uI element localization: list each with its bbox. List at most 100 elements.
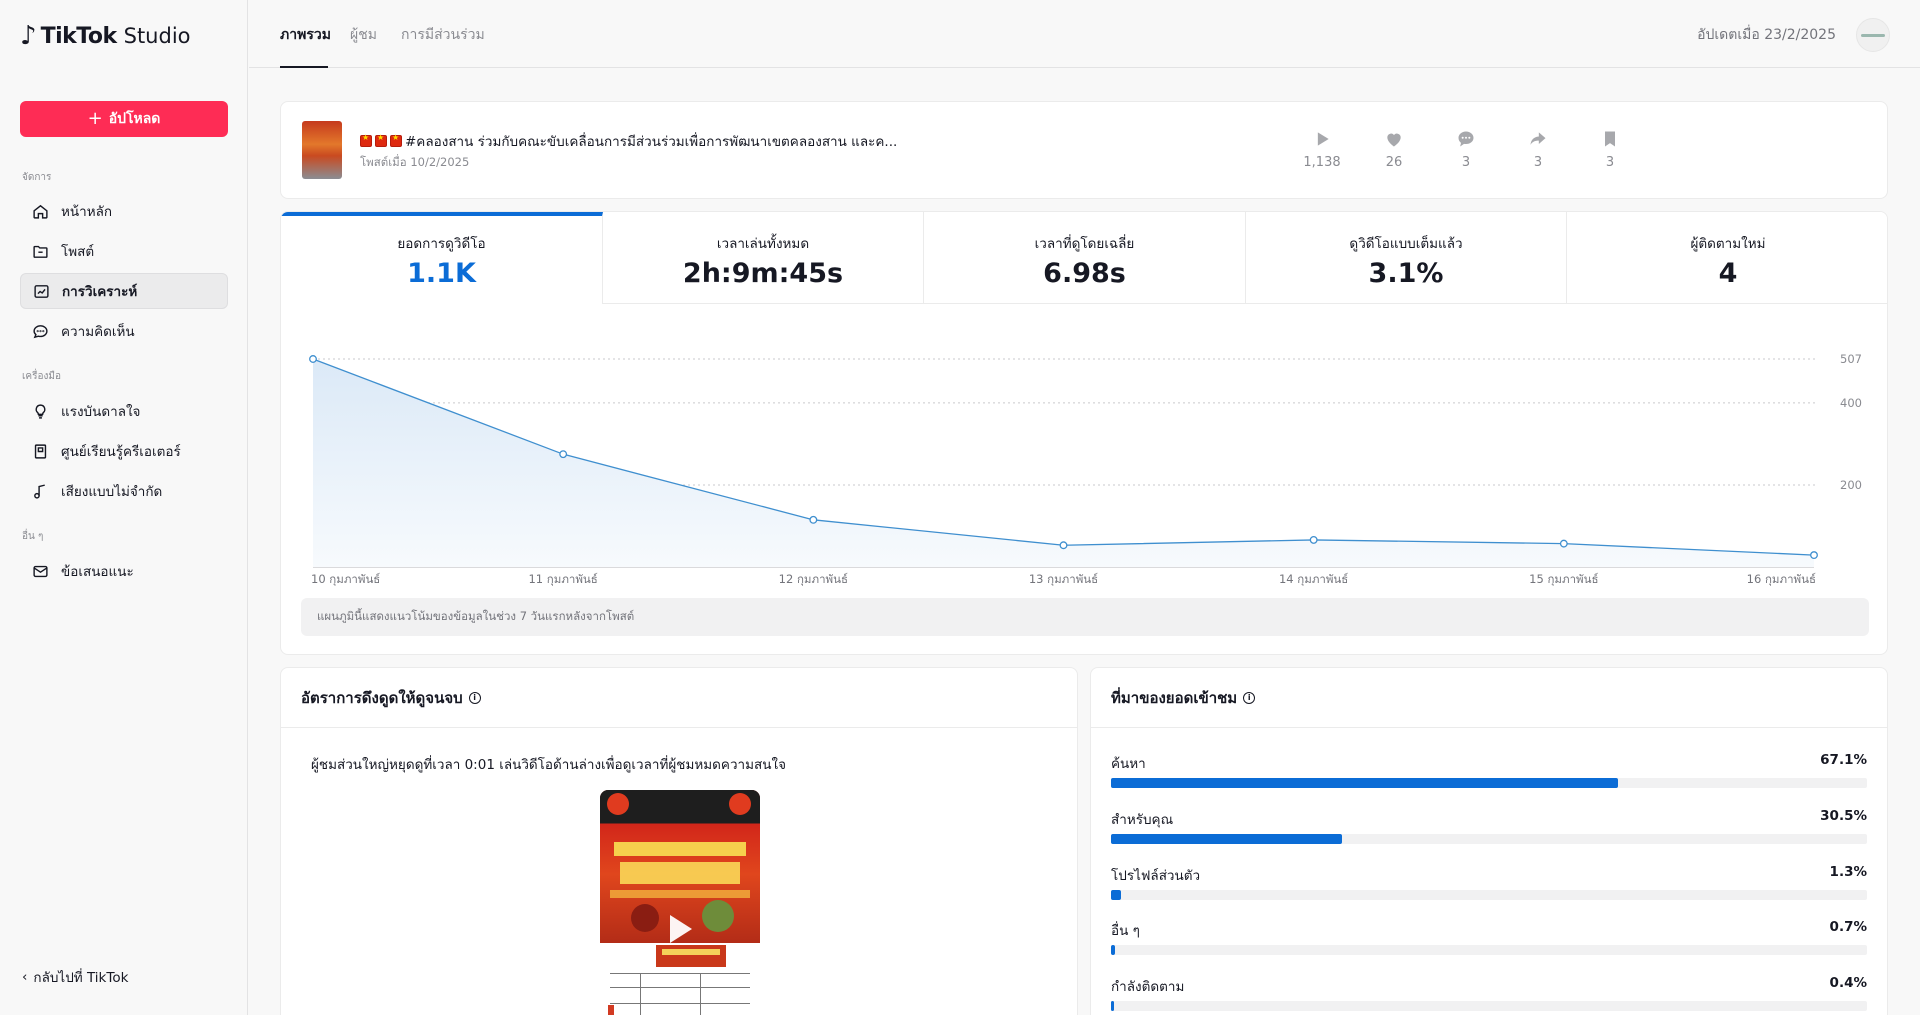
back-label: กลับไปที่ TikTok bbox=[33, 970, 129, 986]
sidebar-item-home[interactable]: หน้าหลัก bbox=[20, 193, 228, 229]
sidebar-item-label: ความคิดเห็น bbox=[61, 324, 135, 340]
stat-likes: 26 bbox=[1369, 129, 1419, 170]
avatar-image bbox=[1861, 33, 1885, 37]
sidebar-item-analytics[interactable]: การวิเคราะห์ bbox=[20, 273, 228, 309]
retention-description: ผู้ชมส่วนใหญ่หยุดดูที่เวลา 0:01 เล่นวิดี… bbox=[311, 757, 786, 773]
china-flag-icon bbox=[360, 133, 372, 147]
music-note-icon bbox=[34, 483, 45, 499]
post-thumbnail[interactable] bbox=[302, 121, 342, 179]
stat-shares: 3 bbox=[1513, 129, 1563, 170]
metric-video-views[interactable]: ยอดการดูวิดีโอ 1.1K bbox=[281, 212, 603, 304]
chart-x-tick-label: 13 กุมภาพันธ์ bbox=[1029, 572, 1098, 586]
metric-label: ผู้ติดตามใหม่ bbox=[1690, 236, 1766, 252]
retention-card: อัตราการดึงดูดให้ดูจนจบ i ผู้ชมส่วนใหญ่ห… bbox=[280, 667, 1078, 1015]
sidebar-item-comments[interactable]: ความคิดเห็น bbox=[20, 313, 228, 349]
tiktok-logo-icon: ♪ bbox=[20, 21, 37, 51]
play-icon bbox=[670, 915, 692, 943]
plus-icon: + bbox=[87, 108, 103, 129]
post-title: #คลองสาน ร่วมกับคณะขับเคลื่อนการมีส่วนร่… bbox=[360, 130, 897, 152]
metrics-card: ยอดการดูวิดีโอ 1.1K เวลาเล่นทั้งหมด 2h:9… bbox=[280, 211, 1888, 655]
chart-data-point bbox=[559, 450, 568, 459]
info-icon[interactable]: i bbox=[1243, 691, 1256, 704]
chart-x-tick-label: 16 กุมภาพันธ์ bbox=[1747, 572, 1816, 586]
chart-data-point bbox=[809, 515, 818, 524]
traffic-source-value: 0.7% bbox=[1829, 919, 1867, 935]
chart-data-point bbox=[1559, 539, 1568, 548]
china-flag-icon bbox=[375, 133, 387, 147]
traffic-source-bar-track bbox=[1111, 1001, 1867, 1011]
metric-total-play-time[interactable]: เวลาเล่นทั้งหมด 2h:9m:45s bbox=[603, 212, 924, 304]
traffic-source-label: สำหรับคุณ bbox=[1111, 812, 1174, 828]
traffic-source-value: 30.5% bbox=[1820, 808, 1867, 824]
chart-data-point bbox=[1059, 541, 1068, 550]
stat-value: 3 bbox=[1461, 155, 1471, 170]
metric-new-followers[interactable]: ผู้ติดตามใหม่ 4 bbox=[1567, 212, 1887, 304]
stat-comments: 3 bbox=[1441, 129, 1491, 170]
video-poster-map bbox=[608, 945, 750, 1015]
chart-y-tick-label: 400 bbox=[1840, 396, 1862, 410]
chart-x-tick-label: 12 กุมภาพันธ์ bbox=[779, 572, 848, 586]
sidebar-item-label: หน้าหลัก bbox=[61, 204, 113, 220]
book-icon bbox=[34, 443, 47, 459]
metric-watched-full-video[interactable]: ดูวิดีโอแบบเต็มแล้ว 3.1% bbox=[1246, 212, 1567, 304]
traffic-source-label: อื่น ๆ bbox=[1111, 923, 1140, 939]
folder-icon bbox=[33, 245, 48, 258]
sidebar: ♪ TikTok Studio + อัปโหลด จัดการ หน้าหลั… bbox=[0, 0, 248, 1015]
tab-engagement[interactable]: การมีส่วนร่วม bbox=[401, 24, 485, 46]
retention-video-player[interactable] bbox=[600, 790, 760, 1015]
back-to-tiktok-link[interactable]: ‹ กลับไปที่ TikTok bbox=[22, 966, 128, 988]
chart-x-tick-label: 14 กุมภาพันธ์ bbox=[1279, 572, 1348, 586]
heart-icon bbox=[1387, 133, 1401, 147]
metric-value: 3.1% bbox=[1368, 258, 1444, 289]
chart-data-point bbox=[1810, 551, 1818, 560]
metric-value: 1.1K bbox=[407, 258, 476, 289]
video-poster-bottom bbox=[600, 943, 760, 1015]
traffic-source-bar-track bbox=[1111, 945, 1867, 955]
section-label-other: อื่น ๆ bbox=[22, 531, 44, 542]
active-tab-indicator bbox=[280, 66, 328, 68]
sidebar-item-unlimited-sounds[interactable]: เสียงแบบไม่จำกัด bbox=[20, 473, 228, 509]
sidebar-item-feedback[interactable]: ข้อเสนอแนะ bbox=[20, 553, 228, 589]
retention-title: อัตราการดึงดูดให้ดูจนจบ bbox=[301, 688, 463, 707]
metric-label: ดูวิดีโอแบบเต็มแล้ว bbox=[1349, 236, 1463, 252]
avatar[interactable] bbox=[1856, 18, 1890, 52]
tiktok-studio-logo[interactable]: ♪ TikTok Studio bbox=[20, 20, 191, 52]
upload-button[interactable]: + อัปโหลด bbox=[20, 101, 228, 137]
stat-value: 3 bbox=[1605, 155, 1615, 170]
sidebar-item-creator-academy[interactable]: ศูนย์เรียนรู้ครีเอเตอร์ bbox=[20, 433, 228, 469]
info-icon[interactable]: i bbox=[468, 691, 481, 704]
tab-overview[interactable]: ภาพรวม bbox=[280, 24, 331, 46]
sidebar-item-inspiration[interactable]: แรงบันดาลใจ bbox=[20, 393, 228, 429]
sidebar-item-label: โพสต์ bbox=[61, 244, 95, 260]
stat-saves: 3 bbox=[1585, 129, 1635, 170]
chart-x-tick-label: 10 กุมภาพันธ์ bbox=[311, 572, 380, 586]
chart-y-tick-label: 507 bbox=[1840, 352, 1862, 366]
sidebar-item-label: แรงบันดาลใจ bbox=[61, 404, 141, 420]
sidebar-item-posts[interactable]: โพสต์ bbox=[20, 233, 228, 269]
stat-value: 3 bbox=[1533, 155, 1543, 170]
metric-average-watch-time[interactable]: เวลาที่ดูโดยเฉลี่ย 6.98s bbox=[924, 212, 1246, 304]
analytics-icon bbox=[34, 284, 49, 298]
mail-icon bbox=[33, 565, 48, 577]
upload-label: อัปโหลด bbox=[108, 111, 161, 127]
metric-value: 2h:9m:45s bbox=[682, 258, 844, 289]
metric-value: 6.98s bbox=[1043, 258, 1126, 289]
views-trend-chart: 507 400 200 10 กุมภาพันธ์ 11 กุมภาพันธ์ 12 กุ… bbox=[309, 352, 1862, 586]
post-date: โพสต์เมื่อ 10/2/2025 bbox=[360, 155, 470, 169]
sources-header: ที่มาของยอดเข้าชม i bbox=[1091, 668, 1887, 728]
comment-icon bbox=[33, 324, 48, 338]
china-flag-icon bbox=[390, 133, 402, 147]
traffic-source-bar-fill bbox=[1111, 890, 1121, 900]
last-updated-text: อัปเดตเมื่อ 23/2/2025 bbox=[1697, 27, 1836, 43]
traffic-source-bar-fill bbox=[1111, 1001, 1115, 1011]
section-label-manage: จัดการ bbox=[22, 172, 52, 183]
sidebar-item-label: ศูนย์เรียนรู้ครีเอเตอร์ bbox=[61, 444, 181, 460]
share-icon bbox=[1530, 132, 1546, 145]
lightbulb-icon bbox=[35, 403, 46, 419]
traffic-source-bar-fill bbox=[1111, 778, 1619, 788]
chart-x-tick-label: 15 กุมภาพันธ์ bbox=[1529, 572, 1598, 586]
traffic-source-bar-fill bbox=[1111, 945, 1116, 955]
chart-x-tick-label: 11 กุมภาพันธ์ bbox=[528, 572, 597, 586]
traffic-source-label: โปรไฟล์ส่วนตัว bbox=[1111, 868, 1201, 884]
tab-viewers[interactable]: ผู้ชม bbox=[350, 24, 377, 46]
